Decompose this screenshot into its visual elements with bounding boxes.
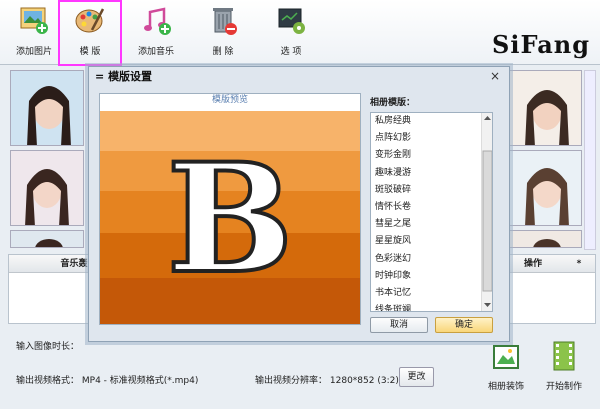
dialog-menu-icon: = (95, 70, 105, 83)
portrait-image (11, 151, 83, 225)
album-template-label: 相册模版： (370, 98, 416, 108)
album-template-list[interactable]: 私房经典 点阵幻影 变形金刚 趣味漫游 斑驳破碎 情怀长卷 彗星之尾 星星旋风 … (370, 112, 493, 312)
options-button[interactable]: 选 项 (268, 4, 314, 60)
scroll-thumb (482, 150, 492, 292)
preview-letter: B (167, 131, 294, 307)
portrait-image (11, 231, 83, 247)
star-column-header[interactable]: * (563, 255, 595, 273)
output-format: 输出视频格式： MP4 - 标准视频格式(*.mp4) (16, 373, 198, 386)
list-item[interactable]: 星星旋风 (371, 233, 492, 250)
photo-thumbnail[interactable] (508, 230, 582, 248)
ok-button[interactable]: 确定 (435, 317, 493, 333)
dialog-title: 模版设置 (108, 70, 153, 83)
scroll-down-icon (484, 303, 491, 307)
thumbnail-column-right (508, 70, 582, 252)
output-format-label: 输出视频格式： (16, 376, 80, 386)
thumbnail-scrollbar[interactable] (584, 70, 596, 250)
list-item[interactable]: 色彩迷幻 (371, 251, 492, 268)
add-music-button[interactable]: 添加音乐 (130, 4, 182, 60)
add-image-label: 添加图片 (15, 47, 52, 57)
toolbar: 添加图片 模 版 添加音乐 删 除 选 项 SiFang (0, 0, 600, 66)
start-button[interactable]: 开始制作 (538, 330, 590, 398)
change-resolution-button[interactable]: 更改 (399, 367, 434, 387)
resolution: 输出视频分辨率： 1280*852 (3:2) (255, 373, 399, 386)
album-decorate-label: 相册装饰 (487, 382, 524, 392)
photo-thumbnail[interactable] (10, 230, 84, 248)
list-item[interactable]: 变形金刚 (371, 147, 492, 164)
dialog-title-bar[interactable]: = 模版设置 (89, 67, 509, 87)
list-item[interactable]: 私房经典 (371, 113, 492, 130)
add-image-button[interactable]: 添加图片 (8, 4, 60, 60)
list-scrollbar[interactable] (481, 113, 492, 311)
list-item[interactable]: 线条斑斓 (371, 302, 492, 311)
resolution-label: 输出视频分辨率： (255, 376, 328, 386)
list-item[interactable]: 点阵幻影 (371, 130, 492, 147)
preview-header: 模版预览 (211, 95, 248, 105)
ops-column-header[interactable]: 操作 (503, 255, 563, 273)
portrait-image (509, 231, 581, 247)
options-label: 选 项 (280, 47, 302, 57)
list-item[interactable]: 趣味漫游 (371, 165, 492, 182)
list-item[interactable]: 斑驳破碎 (371, 182, 492, 199)
template-settings-dialog: = 模版设置 × 模版预览 B 相册模版： 私房经典 点阵幻影 变形金刚 趣味漫… (88, 66, 510, 342)
list-item[interactable]: 书本记忆 (371, 285, 492, 302)
template-preview: 模版预览 B (99, 93, 361, 325)
music-icon (144, 7, 171, 35)
decorate-icon (493, 345, 519, 369)
photo-thumbnail[interactable] (10, 70, 84, 146)
list-item[interactable]: 情怀长卷 (371, 199, 492, 216)
portrait-image (509, 71, 581, 145)
template-button[interactable]: 模 版 (58, 0, 122, 66)
list-item[interactable]: 时钟印象 (371, 268, 492, 285)
photo-thumbnail[interactable] (508, 70, 582, 146)
trash-icon (213, 8, 237, 35)
portrait-image (11, 71, 83, 145)
portrait-image (509, 151, 581, 225)
add-image-icon (20, 7, 48, 34)
delete-button[interactable]: 删 除 (200, 4, 246, 60)
close-icon[interactable]: × (489, 70, 501, 82)
preview-image: B (100, 111, 360, 324)
thumbnail-column-left (10, 70, 84, 252)
output-format-value[interactable]: MP4 - 标准视频格式(*.mp4) (82, 376, 198, 386)
start-label: 开始制作 (545, 382, 582, 392)
resolution-value: 1280*852 (3:2) (329, 376, 399, 386)
cancel-button[interactable]: 取消 (370, 317, 428, 333)
template-label: 模 版 (79, 47, 101, 57)
photo-thumbnail[interactable] (508, 150, 582, 226)
add-music-label: 添加音乐 (137, 47, 174, 57)
list-item[interactable]: 彗星之尾 (371, 216, 492, 233)
sifang-logo: SiFang (492, 30, 590, 59)
photo-thumbnail[interactable] (10, 150, 84, 226)
input-duration-label: 输入图像时长： (16, 342, 80, 352)
delete-label: 删 除 (212, 47, 234, 57)
scrollbar-track (482, 116, 492, 307)
scroll-up-icon (484, 116, 491, 120)
settings-monitor-icon (278, 8, 305, 34)
film-icon (553, 341, 575, 371)
palette-icon (75, 8, 105, 33)
